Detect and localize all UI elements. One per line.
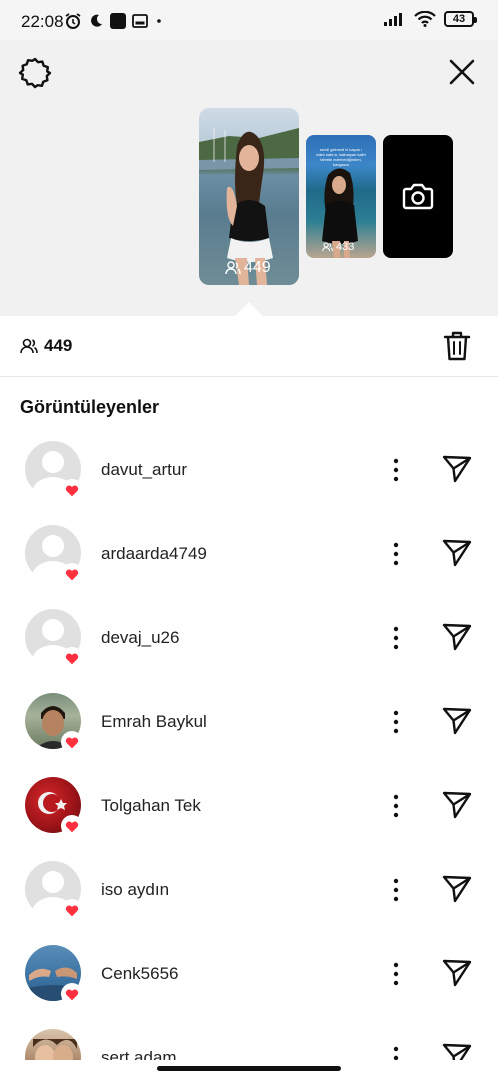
viewer-list[interactable]: davut_artur ardaarda4749 devaj_u26 Emrah… bbox=[0, 428, 498, 1060]
viewers-total-count: 449 bbox=[44, 336, 73, 355]
alarm-icon bbox=[65, 13, 81, 29]
more-options-icon[interactable] bbox=[386, 541, 406, 567]
close-icon[interactable] bbox=[446, 56, 478, 88]
more-options-icon[interactable] bbox=[386, 625, 406, 651]
media-icon bbox=[132, 14, 148, 28]
viewer-username[interactable]: iso aydın bbox=[101, 880, 169, 900]
send-icon[interactable] bbox=[441, 1042, 473, 1060]
heart-icon bbox=[61, 899, 83, 921]
more-options-icon[interactable] bbox=[386, 709, 406, 735]
home-indicator[interactable] bbox=[157, 1066, 341, 1071]
send-icon[interactable] bbox=[441, 622, 473, 652]
heart-icon bbox=[61, 647, 83, 669]
heart-icon bbox=[61, 479, 83, 501]
viewer-username[interactable]: Emrah Baykul bbox=[101, 712, 207, 732]
send-icon[interactable] bbox=[441, 790, 473, 820]
heart-icon bbox=[61, 563, 83, 585]
moon-icon bbox=[91, 14, 102, 27]
more-options-icon[interactable] bbox=[386, 793, 406, 819]
more-options-icon[interactable] bbox=[386, 457, 406, 483]
viewer-row[interactable]: ardaarda4749 bbox=[0, 512, 498, 596]
signal-icon bbox=[384, 13, 402, 26]
story-photo bbox=[322, 168, 358, 258]
story-thumbnail[interactable]: sevdi gelmedi ki kaçan ı kaldı sabrın, k… bbox=[306, 135, 376, 258]
viewer-username[interactable]: davut_artur bbox=[101, 460, 187, 480]
viewers-icon bbox=[225, 261, 241, 275]
heart-icon bbox=[61, 731, 83, 753]
viewer-row[interactable]: devaj_u26 bbox=[0, 596, 498, 680]
heart-icon bbox=[61, 815, 83, 837]
status-bar: 22:08 43 bbox=[0, 0, 498, 40]
wifi-icon bbox=[414, 11, 436, 27]
viewers-total[interactable]: 449 bbox=[20, 336, 72, 356]
viewers-icon bbox=[20, 338, 38, 354]
selected-story-pointer bbox=[235, 302, 263, 316]
trash-icon[interactable] bbox=[443, 330, 471, 362]
send-icon[interactable] bbox=[441, 958, 473, 988]
viewer-row[interactable]: iso aydın bbox=[0, 848, 498, 932]
app-icon bbox=[110, 13, 126, 29]
more-options-icon[interactable] bbox=[386, 961, 406, 987]
avatar-photo bbox=[33, 1039, 77, 1060]
viewers-section-title: Görüntüleyenler bbox=[20, 397, 160, 417]
send-icon[interactable] bbox=[441, 706, 473, 736]
battery-icon: 43 bbox=[444, 11, 477, 27]
viewer-row[interactable]: Cenk5656 bbox=[0, 932, 498, 1016]
status-left-icons bbox=[64, 11, 164, 31]
viewer-username[interactable]: devaj_u26 bbox=[101, 628, 179, 648]
viewer-username[interactable]: ardaarda4749 bbox=[101, 544, 207, 564]
add-story-camera-button[interactable] bbox=[383, 135, 453, 258]
camera-icon bbox=[402, 183, 434, 210]
dot-icon bbox=[157, 19, 161, 23]
viewer-row[interactable]: Emrah Baykul bbox=[0, 680, 498, 764]
story-viewers-count: 449 bbox=[225, 259, 271, 277]
send-icon[interactable] bbox=[441, 454, 473, 484]
viewer-username[interactable]: Tolgahan Tek bbox=[101, 796, 201, 816]
story-thumbnail-selected[interactable]: 449 bbox=[199, 108, 299, 285]
more-options-icon[interactable] bbox=[386, 1045, 406, 1060]
viewer-username[interactable]: Cenk5656 bbox=[101, 964, 179, 984]
viewer-row[interactable]: davut_artur bbox=[0, 428, 498, 512]
battery-level: 43 bbox=[452, 13, 466, 25]
send-icon[interactable] bbox=[441, 874, 473, 904]
status-right-icons: 43 bbox=[384, 11, 477, 27]
status-time: 22:08 bbox=[21, 12, 64, 31]
viewer-username[interactable]: sert adam bbox=[101, 1048, 177, 1060]
heart-icon bbox=[61, 983, 83, 1005]
story-info-bar: 449 bbox=[0, 316, 498, 377]
viewers-icon bbox=[322, 242, 333, 252]
story-viewers-count: 433 bbox=[322, 241, 354, 253]
viewer-row[interactable]: Tolgahan Tek bbox=[0, 764, 498, 848]
send-icon[interactable] bbox=[441, 538, 473, 568]
avatar[interactable] bbox=[25, 1029, 81, 1060]
viewer-row[interactable]: sert adam bbox=[0, 1016, 498, 1060]
gear-icon[interactable] bbox=[18, 56, 52, 90]
more-options-icon[interactable] bbox=[386, 877, 406, 903]
